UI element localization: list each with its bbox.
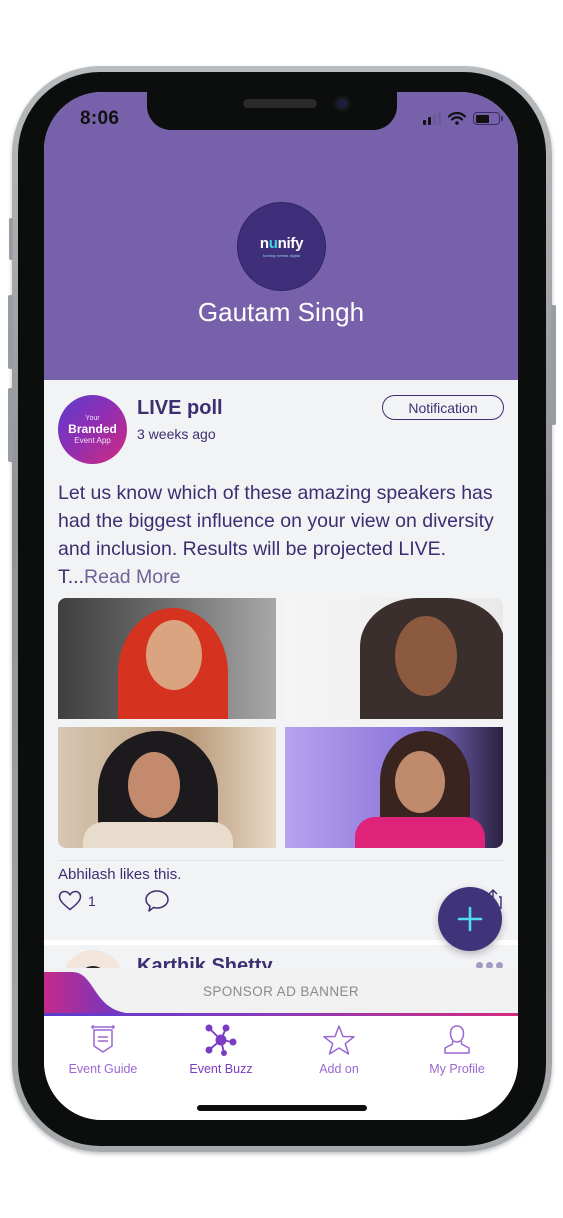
post-title: LIVE poll bbox=[137, 397, 223, 419]
tab-label: My Profile bbox=[429, 1062, 485, 1076]
comment-icon bbox=[145, 890, 169, 912]
profile-header: 8:06 nunify turning events digital Gauta… bbox=[44, 92, 518, 380]
tab-event-guide[interactable]: Event Guide bbox=[44, 1024, 162, 1076]
likes-summary: Abhilash likes this. bbox=[58, 866, 182, 883]
front-camera bbox=[334, 95, 351, 112]
like-count: 1 bbox=[88, 892, 96, 909]
speaker-photo-1[interactable] bbox=[58, 598, 276, 719]
volume-up-button bbox=[8, 295, 13, 369]
read-more-link[interactable]: Read More bbox=[84, 566, 180, 588]
signboard-icon bbox=[91, 1025, 115, 1053]
tab-my-profile[interactable]: My Profile bbox=[398, 1024, 516, 1076]
star-icon bbox=[323, 1025, 355, 1055]
logo-tagline: turning events digital bbox=[263, 253, 300, 258]
post-divider bbox=[58, 860, 504, 861]
avatar-text-line3: Event App bbox=[74, 435, 111, 445]
cellular-signal-icon bbox=[423, 112, 441, 125]
profile-avatar[interactable]: nunify turning events digital bbox=[237, 202, 326, 291]
post-card: Your Branded Event App LIVE poll 3 weeks… bbox=[44, 380, 518, 940]
tab-label: Add on bbox=[319, 1062, 359, 1076]
power-button bbox=[551, 305, 556, 425]
wifi-icon bbox=[448, 112, 466, 125]
speaker-photo-4[interactable] bbox=[285, 727, 503, 848]
heart-icon bbox=[58, 890, 82, 911]
network-icon bbox=[205, 1024, 237, 1056]
user-name: Gautam Singh bbox=[197, 297, 365, 327]
post-timestamp: 3 weeks ago bbox=[137, 426, 216, 442]
status-time: 8:06 bbox=[80, 108, 120, 129]
plus-icon bbox=[457, 906, 483, 932]
like-button[interactable]: 1 bbox=[58, 890, 96, 911]
speaker-grille bbox=[243, 99, 317, 108]
post-body: Let us know which of these amazing speak… bbox=[58, 479, 508, 591]
notch bbox=[147, 92, 397, 130]
nunify-logo: nunify bbox=[259, 235, 304, 252]
tab-label: Event Buzz bbox=[189, 1062, 253, 1076]
user-icon bbox=[444, 1025, 470, 1054]
home-indicator[interactable] bbox=[197, 1105, 367, 1111]
avatar-text-line1: Your bbox=[85, 414, 100, 422]
speaker-photo-3[interactable] bbox=[58, 727, 276, 848]
comment-button[interactable] bbox=[144, 889, 170, 918]
battery-icon bbox=[473, 112, 503, 125]
ad-banner-text: SPONSOR AD BANNER bbox=[202, 984, 360, 999]
create-post-fab[interactable] bbox=[438, 887, 502, 951]
mute-switch bbox=[9, 218, 13, 260]
post-author-avatar[interactable]: Your Branded Event App bbox=[58, 395, 127, 464]
status-icons bbox=[423, 112, 503, 125]
bottom-tab-bar: Event Guide Event Buzz Add on My Profile bbox=[44, 1016, 518, 1120]
speaker-photo-2[interactable] bbox=[285, 598, 503, 719]
avatar-text-line2: Branded bbox=[68, 421, 117, 436]
app-screen: 8:06 nunify turning events digital Gauta… bbox=[44, 92, 518, 1120]
tab-label: Event Guide bbox=[68, 1062, 138, 1076]
tab-add-on[interactable]: Add on bbox=[280, 1024, 398, 1076]
sponsor-ad-banner[interactable]: SPONSOR AD BANNER bbox=[44, 968, 518, 1016]
notification-tag-button[interactable]: Notification bbox=[382, 395, 504, 420]
tab-event-buzz[interactable]: Event Buzz bbox=[162, 1024, 280, 1076]
volume-down-button bbox=[8, 388, 13, 462]
